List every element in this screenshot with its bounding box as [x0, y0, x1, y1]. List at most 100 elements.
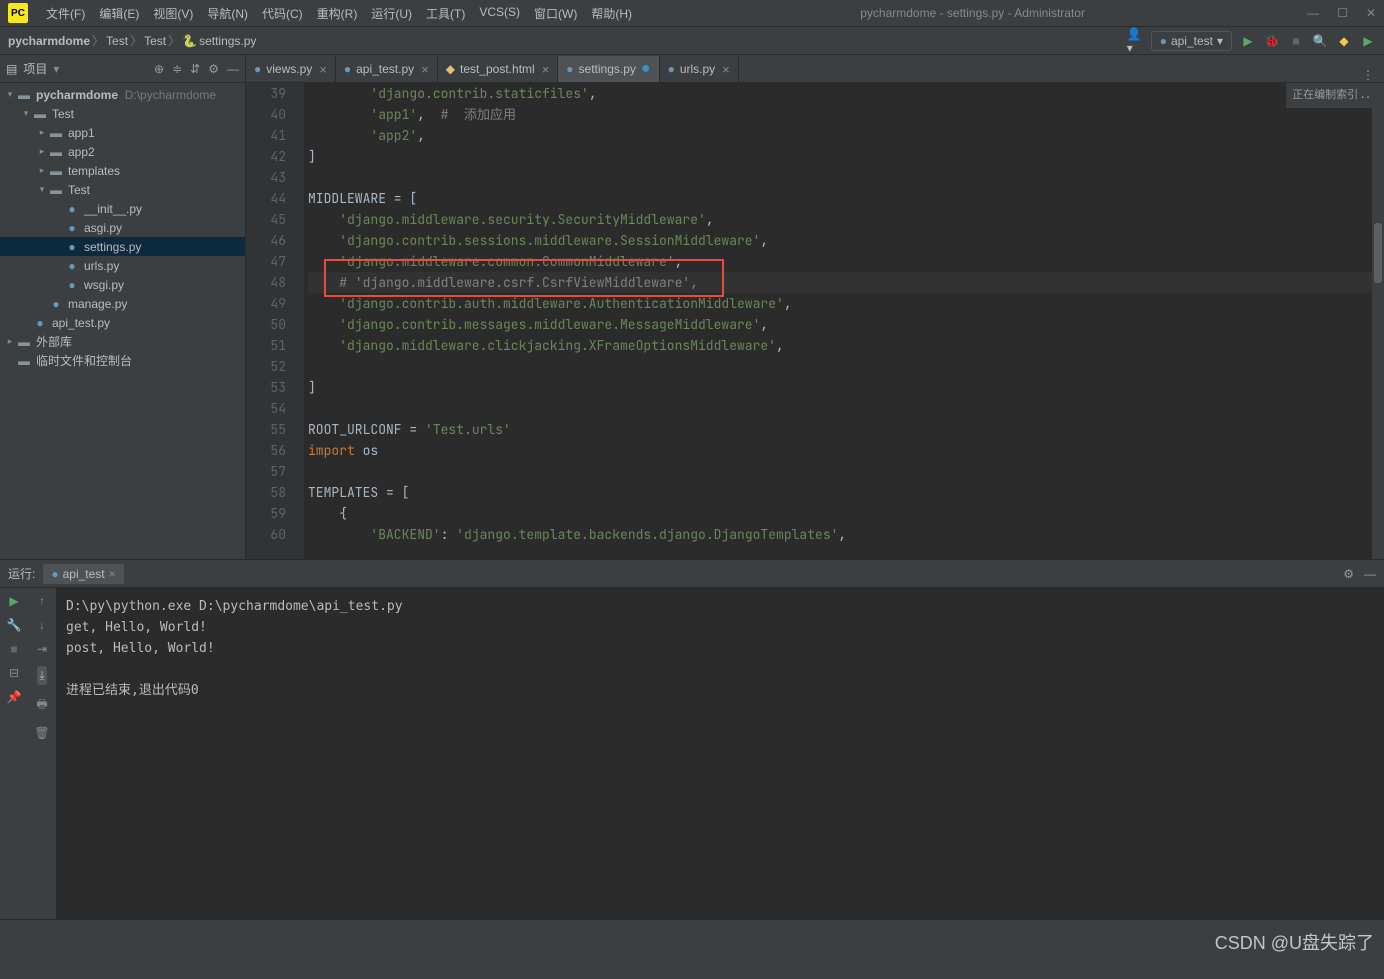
menu-item[interactable]: 窗口(W) [528, 3, 583, 24]
menu-item[interactable]: 导航(N) [201, 3, 254, 24]
menu-item[interactable]: 代码(C) [256, 3, 309, 24]
layout-icon[interactable]: ⊟ [9, 666, 19, 680]
code-line[interactable]: ] [308, 377, 1384, 398]
code-line[interactable]: ROOT_URLCONF = 'Test.urls' [308, 419, 1384, 440]
code-line[interactable] [308, 461, 1384, 482]
search-icon[interactable]: 🔍 [1312, 33, 1328, 49]
tree-arrow-icon[interactable]: ▸ [36, 165, 48, 176]
code-line[interactable]: 'BACKEND': 'django.template.backends.dja… [308, 524, 1384, 545]
console-output[interactable]: D:\py\python.exe D:\pycharmdome\api_test… [56, 588, 1384, 919]
tree-row[interactable]: ●api_test.py [0, 313, 245, 332]
target-icon[interactable]: ⊕ [154, 62, 164, 76]
pin-icon[interactable]: 📌 [7, 690, 22, 704]
tree-row[interactable]: ▾▬pycharmdome D:\pycharmdome [0, 85, 245, 104]
code-line[interactable]: TEMPLATES = [ [308, 482, 1384, 503]
tree-row[interactable]: ▸▬外部库 [0, 332, 245, 351]
tree-row[interactable]: ▾▬Test [0, 104, 245, 123]
code-line[interactable] [308, 356, 1384, 377]
print-icon[interactable]: 🖶 [36, 695, 47, 716]
close-tab-icon[interactable]: × [421, 62, 429, 77]
breadcrumb-folder[interactable]: Test [106, 34, 128, 48]
chevron-down-icon[interactable]: ▾ [53, 62, 59, 76]
tree-row[interactable]: ●wsgi.py [0, 275, 245, 294]
close-tab-icon[interactable]: × [319, 62, 327, 77]
run-config-selector[interactable]: ● api_test ▾ [1151, 31, 1232, 51]
tree-row[interactable]: ●__init__.py [0, 199, 245, 218]
collapse-icon[interactable]: ≑ [172, 62, 182, 76]
tree-row[interactable]: ▸▬app1 [0, 123, 245, 142]
scroll-to-end-icon[interactable]: ⤓ [37, 666, 46, 685]
menu-item[interactable]: 文件(F) [40, 3, 91, 24]
ide-update-icon[interactable]: ◆ [1336, 33, 1352, 49]
tree-row[interactable]: ●urls.py [0, 256, 245, 275]
menu-item[interactable]: VCS(S) [473, 3, 526, 24]
scrollbar-thumb[interactable] [1374, 223, 1382, 283]
breadcrumb-folder[interactable]: Test [144, 34, 166, 48]
code-line[interactable]: # 'django.middleware.csrf.CsrfViewMiddle… [308, 272, 1384, 293]
breadcrumb-root[interactable]: pycharmdome [8, 34, 90, 48]
stop-icon[interactable]: ■ [10, 642, 17, 656]
trash-icon[interactable]: 🗑 [34, 726, 49, 740]
tree-arrow-icon[interactable]: ▸ [36, 146, 48, 157]
code-line[interactable] [308, 398, 1384, 419]
maximize-icon[interactable]: ☐ [1337, 6, 1348, 20]
breadcrumb-file[interactable]: settings.py [199, 34, 256, 48]
minimize-icon[interactable]: — [1307, 6, 1319, 20]
gear-icon[interactable]: ⚙ [1343, 567, 1354, 581]
project-header-label[interactable]: 项目 [23, 60, 47, 77]
code-line[interactable]: 'django.contrib.messages.middleware.Mess… [308, 314, 1384, 335]
menu-item[interactable]: 帮助(H) [585, 3, 638, 24]
code-line[interactable]: ] [308, 146, 1384, 167]
tree-arrow-icon[interactable]: ▸ [36, 127, 48, 138]
expand-icon[interactable]: ⇵ [190, 62, 200, 76]
stop-icon[interactable]: ■ [1288, 33, 1304, 49]
close-tab-icon[interactable]: × [542, 62, 550, 77]
code-line[interactable]: 'django.middleware.security.SecurityMidd… [308, 209, 1384, 230]
editor-tab[interactable]: ●urls.py× [660, 56, 739, 82]
toolbox-icon[interactable]: ▶ [1360, 33, 1376, 49]
code-line[interactable]: 'django.contrib.staticfiles', [308, 83, 1384, 104]
code-editor[interactable]: 3940414243444546474849505152535455565758… [246, 83, 1384, 559]
code-line[interactable]: 'django.middleware.clickjacking.XFrameOp… [308, 335, 1384, 356]
tree-row[interactable]: ●manage.py [0, 294, 245, 313]
close-tab-icon[interactable]: × [722, 62, 730, 77]
tree-arrow-icon[interactable]: ▾ [36, 184, 48, 195]
editor-scrollbar[interactable] [1372, 83, 1384, 559]
menu-item[interactable]: 工具(T) [420, 3, 471, 24]
code-line[interactable]: import os [308, 440, 1384, 461]
run-button-icon[interactable]: ▶ [1240, 33, 1256, 49]
tree-row[interactable]: ▸▬templates [0, 161, 245, 180]
code-line[interactable] [308, 167, 1384, 188]
tree-row[interactable]: ▾▬Test [0, 180, 245, 199]
hide-icon[interactable]: — [227, 62, 239, 76]
more-tabs-icon[interactable]: ⋮ [1352, 68, 1384, 82]
tree-row[interactable]: ●settings.py [0, 237, 245, 256]
editor-tab[interactable]: ●views.py× [246, 56, 336, 82]
code-line[interactable]: MIDDLEWARE = [ [308, 188, 1384, 209]
hide-icon[interactable]: — [1364, 567, 1376, 581]
code-line[interactable]: { [308, 503, 1384, 524]
tree-arrow-icon[interactable]: ▾ [20, 108, 32, 119]
close-icon[interactable]: × [109, 567, 116, 581]
tree-arrow-icon[interactable]: ▾ [4, 89, 16, 100]
debug-icon[interactable]: 🐞 [1264, 33, 1280, 49]
down-icon[interactable]: ↓ [39, 618, 45, 632]
project-tree[interactable]: ▾▬pycharmdome D:\pycharmdome▾▬Test▸▬app1… [0, 83, 245, 559]
editor-tab[interactable]: ●api_test.py× [336, 56, 438, 82]
run-tab[interactable]: ● api_test × [43, 564, 123, 584]
tree-row[interactable]: ▬临时文件和控制台 [0, 351, 245, 370]
project-view-icon[interactable]: ▤ [6, 62, 17, 76]
code-text[interactable]: 'django.contrib.staticfiles', 'app1', # … [304, 83, 1384, 559]
code-line[interactable]: 'django.contrib.sessions.middleware.Sess… [308, 230, 1384, 251]
wrench-icon[interactable]: 🔧 [7, 618, 22, 632]
code-line[interactable]: 'app1', # 添加应用 [308, 104, 1384, 125]
up-icon[interactable]: ↑ [39, 594, 45, 608]
menu-item[interactable]: 重构(R) [311, 3, 364, 24]
menu-item[interactable]: 视图(V) [147, 3, 199, 24]
code-line[interactable]: 'app2', [308, 125, 1384, 146]
soft-wrap-icon[interactable]: ⇥ [37, 642, 47, 656]
tree-row[interactable]: ●asgi.py [0, 218, 245, 237]
add-user-icon[interactable]: 👤▾ [1127, 33, 1143, 49]
code-line[interactable]: 'django.middleware.common.CommonMiddlewa… [308, 251, 1384, 272]
gear-icon[interactable]: ⚙ [208, 62, 219, 76]
